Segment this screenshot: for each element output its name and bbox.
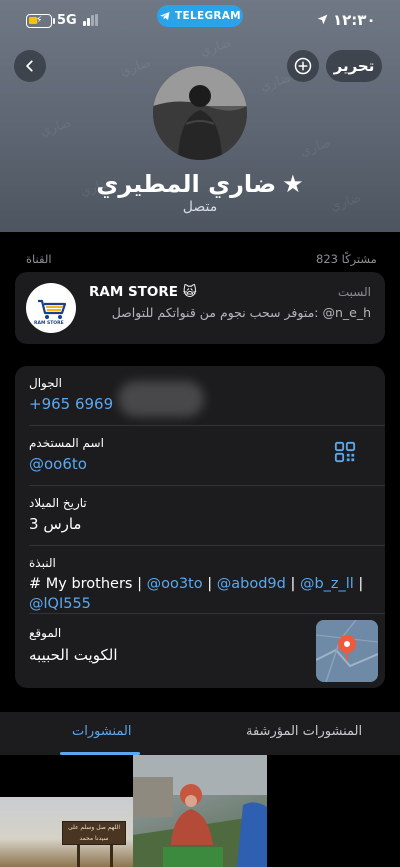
edit-button[interactable]: تحرير [326, 50, 382, 82]
map-image [316, 620, 378, 682]
signal-icon [83, 14, 99, 26]
battery-icon: ⚡ [26, 14, 55, 28]
channel-name: RAM STORE 🙀 [89, 284, 197, 300]
birthday-label: تاريخ الميلاد [29, 496, 87, 510]
telegram-label: TELEGRAM [175, 10, 241, 22]
avatar[interactable] [153, 66, 247, 160]
location-arrow-icon [317, 14, 328, 25]
bio-value: # My brothers | @oo3to | @abod9d | @b_z_… [29, 574, 369, 614]
qr-code-icon[interactable] [334, 441, 356, 463]
status-bar: ⚡ 5G TELEGRAM ١٢:٣٠ [0, 0, 400, 32]
birthday-row: تاريخ الميلاد 3 مارس [15, 486, 385, 546]
location-label: الموقع [29, 626, 62, 640]
bio-label: النبذة [29, 556, 56, 570]
post-thumbnail[interactable]: اللهم صل وسلم على سيدنا محمد [0, 797, 133, 867]
profile-tabs: المنشورات المنشورات المؤرشفة [0, 712, 400, 755]
bio-separator: | [285, 576, 300, 592]
location-map-thumbnail[interactable] [316, 620, 378, 682]
username-value[interactable]: @oo6to [29, 455, 87, 473]
pattern-text: ضاري [118, 55, 154, 80]
subscriber-count: 823 مشتركًا [316, 252, 377, 266]
telegram-icon [160, 12, 170, 20]
tab-archived-posts[interactable]: المنشورات المؤرشفة [246, 724, 362, 739]
pattern-text: ضاري [38, 115, 74, 140]
chevron-left-icon [26, 60, 33, 72]
pattern-text: ضاري [198, 35, 234, 60]
add-circle-icon [294, 57, 312, 75]
telegram-pill[interactable]: TELEGRAM [157, 5, 243, 27]
location-value: الكويت الحبيبه [29, 646, 118, 664]
channel-card[interactable]: RAM STORE RAM STORE 🙀 السبت متوفر سحب نج… [15, 272, 385, 344]
profile-name: ضاري المطيري ★ [0, 170, 400, 198]
channel-logo: RAM STORE [26, 283, 76, 333]
username-row[interactable]: اسم المستخدم @oo6to [15, 426, 385, 486]
bio-mention-2[interactable]: @abod9d [217, 576, 286, 592]
bio-mention-3[interactable]: @b_z_ll [300, 576, 354, 592]
redacted-phone-blur [118, 381, 204, 417]
pattern-text: ضاري [258, 70, 294, 95]
network-type: 5G [57, 13, 77, 28]
bio-mention-4[interactable]: @lQI555 [29, 596, 91, 612]
username-label: اسم المستخدم [29, 436, 104, 450]
back-button[interactable] [14, 50, 46, 82]
channel-last-message: متوفر سحب نجوم من قنواتكم للتواصل: @n_e_… [111, 305, 371, 320]
profile-name-text: ضاري المطيري [96, 170, 277, 198]
phone-label: الجوال [29, 376, 62, 390]
pattern-text: ضاري [298, 135, 334, 160]
status-time: ١٢:٣٠ [333, 11, 376, 29]
birthday-value: 3 مارس [29, 515, 82, 533]
bio-prefix: # My brothers | [29, 576, 147, 592]
avatar-photo [153, 66, 247, 160]
bio-mention-1[interactable]: @oo3to [147, 576, 203, 592]
sign-line-2: سيدنا محمد [79, 835, 109, 842]
post-sign: اللهم صل وسلم على سيدنا محمد [62, 821, 126, 845]
channel-logo-text: RAM STORE [34, 321, 64, 326]
add-gift-button[interactable] [287, 50, 319, 82]
bio-row: النبذة # My brothers | @oo3to | @abod9d … [15, 546, 385, 614]
channel-time: السبت [337, 285, 371, 299]
post-thumbnail[interactable] [133, 755, 267, 867]
post-photo [133, 755, 267, 867]
star-icon: ★ [282, 170, 304, 198]
sign-line-1: اللهم صل وسلم على [67, 824, 121, 831]
tab-posts[interactable]: المنشورات [72, 724, 131, 739]
channel-section-label: القناة [26, 252, 52, 266]
bio-separator: | [353, 576, 364, 592]
bio-separator: | [202, 576, 217, 592]
phone-value[interactable]: +965 6969 [29, 395, 113, 413]
presence-status: متصل [182, 199, 218, 215]
